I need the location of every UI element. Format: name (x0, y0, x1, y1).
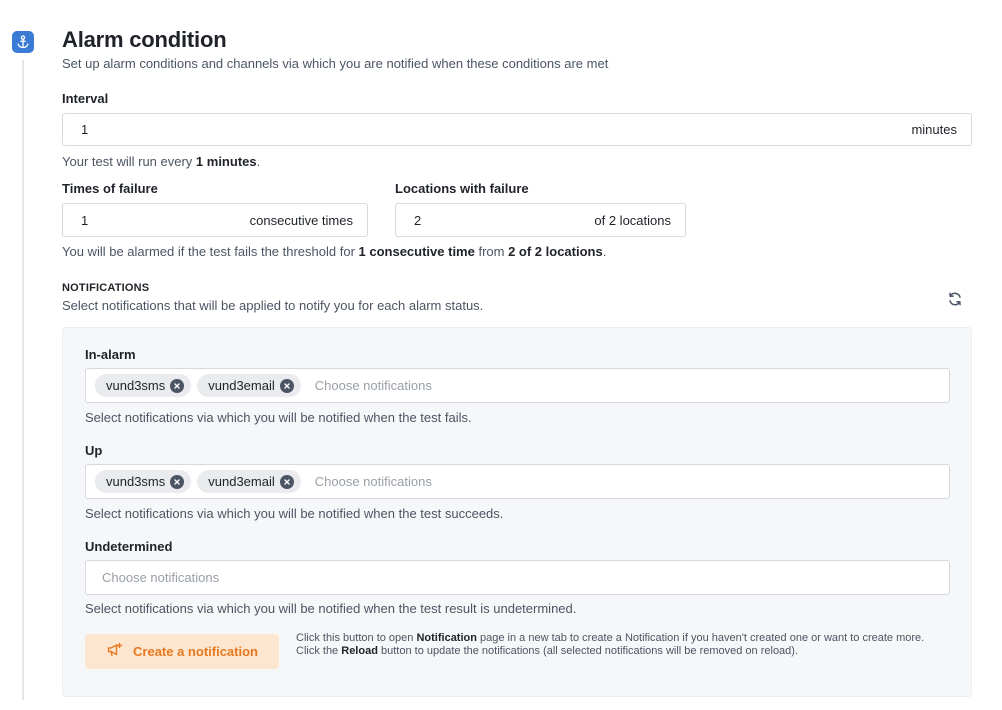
interval-label: Interval (62, 91, 109, 106)
interval-unit: minutes (911, 122, 957, 137)
locations-with-failure-label: Locations with failure (395, 181, 529, 196)
section-subtitle: Set up alarm conditions and channels via… (62, 56, 609, 71)
threshold-help-middle: from (474, 244, 509, 259)
interval-help-suffix: . (256, 154, 261, 169)
threshold-help-prefix: You will be alarmed if the test fails th… (62, 244, 359, 259)
interval-help-value: 1 minutes (195, 154, 257, 169)
up-label: Up (85, 443, 103, 458)
create-notification-note: Click this button to open Notification p… (296, 632, 946, 658)
times-of-failure-input[interactable]: 1 consecutive times (62, 203, 368, 237)
step-connector-line (22, 60, 24, 700)
close-circle-icon[interactable] (279, 378, 294, 393)
notification-tag: vund3email (197, 374, 301, 397)
interval-input[interactable]: 1 minutes (62, 113, 972, 146)
close-circle-icon[interactable] (279, 474, 294, 489)
undetermined-help: Select notifications via which you will … (85, 601, 577, 616)
close-circle-icon[interactable] (170, 378, 185, 393)
threshold-help-suffix: . (602, 244, 607, 259)
interval-value: 1 (81, 122, 89, 137)
create-note-part: button to update the notifications (all … (377, 645, 799, 657)
in-alarm-label: In-alarm (85, 347, 136, 362)
in-alarm-help: Select notifications via which you will … (85, 410, 472, 425)
undetermined-notifications-select[interactable]: Choose notifications (85, 560, 950, 595)
threshold-help-times: 1 consecutive time (358, 244, 475, 259)
notification-tag-label: vund3sms (106, 474, 166, 489)
notification-tag-label: vund3sms (106, 378, 166, 393)
notification-tag-label: vund3email (208, 474, 275, 489)
times-of-failure-label: Times of failure (62, 181, 158, 196)
locations-with-failure-value: 2 (414, 212, 422, 228)
create-notification-button[interactable]: Create a notification (85, 634, 279, 669)
create-note-part: Click this button to open (296, 632, 417, 644)
times-of-failure-suffix: consecutive times (249, 212, 353, 228)
megaphone-plus-icon (106, 642, 123, 661)
up-placeholder[interactable]: Choose notifications (315, 474, 432, 489)
threshold-help: You will be alarmed if the test fails th… (62, 244, 606, 259)
locations-with-failure-input[interactable]: 2 of 2 locations (395, 203, 686, 237)
reload-icon[interactable] (944, 288, 966, 310)
notification-tag-label: vund3email (208, 378, 275, 393)
close-circle-icon[interactable] (170, 474, 185, 489)
times-of-failure-value: 1 (81, 212, 89, 228)
create-note-reload-bold: Reload (341, 645, 378, 657)
undetermined-label: Undetermined (85, 539, 173, 554)
threshold-help-locations: 2 of 2 locations (508, 244, 603, 259)
notification-tag: vund3sms (95, 374, 192, 397)
notification-tag: vund3email (197, 470, 301, 493)
interval-help-prefix: Your test will run every (62, 154, 196, 169)
anchor-icon (12, 31, 34, 53)
interval-help: Your test will run every 1 minutes. (62, 154, 260, 169)
notifications-heading: NOTIFICATIONS (62, 282, 150, 294)
up-notifications-select[interactable]: vund3sms vund3email Choose notifications (85, 464, 950, 499)
locations-with-failure-suffix: of 2 locations (594, 212, 671, 228)
in-alarm-notifications-select[interactable]: vund3sms vund3email Choose notifications (85, 368, 950, 403)
section-title: Alarm condition (62, 27, 227, 52)
notification-tag: vund3sms (95, 470, 192, 493)
up-help: Select notifications via which you will … (85, 506, 504, 521)
create-note-notification-bold: Notification (416, 632, 477, 644)
notifications-description: Select notifications that will be applie… (62, 298, 484, 313)
in-alarm-placeholder[interactable]: Choose notifications (315, 378, 432, 393)
create-notification-label: Create a notification (133, 644, 258, 659)
undetermined-placeholder[interactable]: Choose notifications (102, 570, 219, 585)
